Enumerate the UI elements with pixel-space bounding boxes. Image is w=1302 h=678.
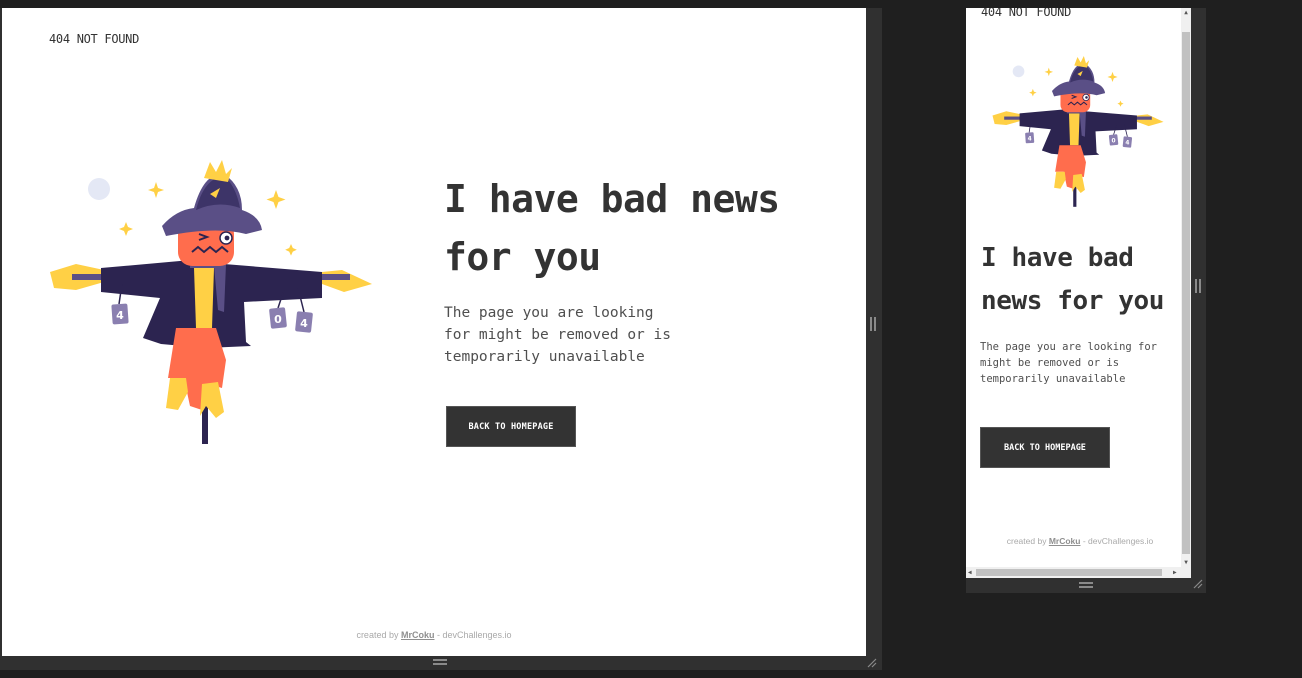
drag-handle-icon[interactable]	[432, 658, 448, 666]
sign-digit: 4	[116, 309, 124, 322]
headline-line: for you	[444, 235, 601, 279]
mobile-page: 404 NOT FOUND 4 0 4 I have bad news for …	[966, 8, 1191, 578]
description-line: The page you are looking for	[980, 341, 1158, 353]
page-description: The page you are looking for might be re…	[444, 302, 684, 368]
credit-suffix: - devChallenges.io	[437, 630, 512, 640]
back-to-homepage-button[interactable]: BACK TO HOMEPAGE	[446, 406, 576, 447]
headline-line: news for you	[981, 286, 1165, 316]
drag-handle-icon[interactable]	[1194, 278, 1202, 294]
scroll-down-icon[interactable]: ▼	[1183, 559, 1189, 567]
scrollbar-thumb[interactable]	[1182, 32, 1190, 554]
page-headline: I have bad news for you	[444, 170, 844, 286]
credit-prefix: created by	[1006, 536, 1047, 546]
resize-corner-icon[interactable]	[1193, 579, 1203, 589]
drag-handle-icon[interactable]	[1078, 581, 1094, 589]
back-to-homepage-button[interactable]: BACK TO HOMEPAGE	[980, 427, 1110, 468]
horizontal-scrollbar[interactable]: ◀ ▶	[966, 567, 1191, 578]
page-description: The page you are looking for might be re…	[980, 339, 1170, 387]
vertical-scrollbar[interactable]: ▲ ▼	[1181, 8, 1191, 569]
scarecrow-illustration: 4 0 4	[992, 56, 1164, 207]
scrollbar-thumb[interactable]	[976, 569, 1162, 576]
description-line: for might be removed or is	[444, 327, 671, 343]
headline-line: I have bad news	[444, 177, 780, 221]
sign-digit: 4	[1125, 141, 1129, 147]
credit-author-link[interactable]: MrCoku	[1049, 536, 1081, 546]
footer-credit: created by MrCoku - devChallenges.io	[2, 630, 866, 640]
sign-digit: 0	[274, 313, 282, 326]
description-line: The page you are looking	[444, 305, 654, 321]
desktop-page: 404 NOT FOUND 4 0 4 I have bad news for …	[2, 8, 866, 656]
brand-logo[interactable]: 404 NOT FOUND	[981, 8, 1071, 19]
desktop-preview-frame: 404 NOT FOUND 4 0 4 I have bad news for …	[0, 8, 882, 670]
sign-digit: 4	[1028, 136, 1032, 142]
description-line: temporarily unavailable	[444, 349, 645, 365]
headline-line: I have bad	[981, 243, 1134, 273]
drag-handle-icon[interactable]	[869, 316, 877, 332]
mobile-preview-frame: 404 NOT FOUND 4 0 4 I have bad news for …	[966, 8, 1206, 593]
credit-suffix: - devChallenges.io	[1082, 536, 1154, 546]
footer-credit: created by MrCoku - devChallenges.io	[966, 536, 1191, 546]
page-headline: I have bad news for you	[981, 237, 1191, 323]
scroll-right-icon[interactable]: ▶	[1173, 569, 1177, 576]
scroll-up-icon[interactable]: ▲	[1183, 9, 1189, 17]
resize-corner-icon[interactable]	[867, 658, 877, 668]
credit-prefix: created by	[356, 630, 399, 640]
description-line: temporarily unavailable	[980, 373, 1126, 385]
sign-digit: 4	[300, 317, 308, 330]
scroll-left-icon[interactable]: ◀	[968, 569, 972, 576]
sign-digit: 0	[1112, 139, 1116, 145]
description-line: might be removed or is	[980, 357, 1120, 369]
brand-logo[interactable]: 404 NOT FOUND	[49, 32, 139, 46]
credit-author-link[interactable]: MrCoku	[401, 630, 435, 640]
scarecrow-illustration: 4 0 4	[50, 160, 372, 444]
